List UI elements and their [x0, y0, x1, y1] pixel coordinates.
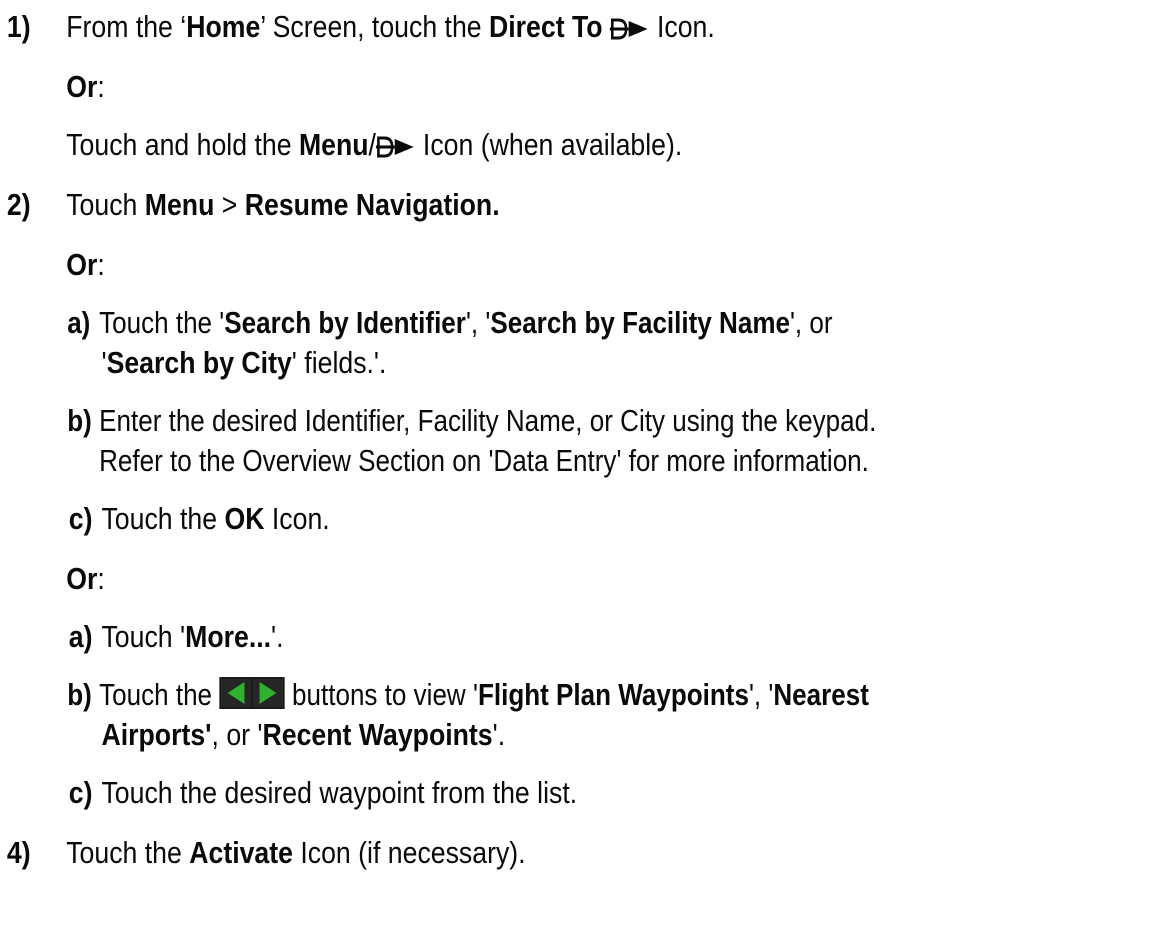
colon: :: [97, 561, 105, 596]
or-label: Or: [66, 69, 98, 104]
text: ', ': [465, 305, 491, 340]
text: Enter the desired Identifier, Facility N…: [99, 403, 877, 438]
text: Touch the ': [99, 305, 225, 340]
text: ' fields.'.: [291, 345, 387, 380]
substep-label: a): [68, 619, 93, 654]
colon: :: [97, 247, 105, 282]
direct-to-icon: [375, 129, 416, 167]
home-label: Home: [186, 9, 261, 44]
direct-to-label: Direct To: [489, 9, 603, 44]
substep-label: a): [67, 305, 91, 340]
text: Touch and hold the: [66, 127, 299, 162]
recent-waypoints-label: Recent Waypoints: [262, 717, 493, 752]
separator: >: [214, 187, 245, 222]
text: From the ‘: [66, 9, 187, 44]
text: Icon.: [264, 501, 330, 536]
search-by-identifier-label: Search by Identifier: [224, 305, 466, 340]
text: Refer to the Overview Section on 'Data E…: [99, 443, 869, 478]
or-label: Or: [66, 561, 98, 596]
substep-label: c): [68, 775, 93, 810]
instruction-page: 1) From the ‘Home’ Screen, touch the Dir…: [0, 0, 1162, 935]
text: Touch: [66, 187, 145, 222]
slash: /: [368, 127, 376, 162]
flight-plan-waypoints-label: Flight Plan Waypoints: [477, 677, 749, 712]
text: Touch ': [101, 619, 186, 654]
text: '.: [271, 619, 284, 654]
menu-label: Menu: [144, 187, 215, 222]
left-right-arrow-buttons-icon: [219, 677, 285, 718]
step-number: 4): [6, 835, 31, 870]
text: Icon.: [649, 9, 715, 44]
direct-to-icon: [610, 11, 650, 49]
text: buttons to view ': [284, 677, 478, 712]
substep-label: c): [68, 501, 93, 536]
nearest-label: Nearest: [773, 677, 869, 712]
airports-label: Airports': [101, 717, 212, 752]
text: Touch the: [99, 677, 220, 712]
ok-label: OK: [224, 501, 265, 536]
text: Touch the: [101, 501, 225, 536]
menu-label: Menu: [298, 127, 369, 162]
substep-label: b): [67, 403, 92, 438]
step-number: 2): [6, 187, 31, 222]
colon: :: [97, 69, 105, 104]
or-label: Or: [66, 247, 98, 282]
text: ’ Screen, touch the: [260, 9, 490, 44]
text: Touch the: [66, 835, 190, 870]
more-label: More...: [185, 619, 272, 654]
text: Icon (if necessary).: [292, 835, 526, 870]
search-by-city-label: Search by City: [106, 345, 292, 380]
text: Icon (when available).: [415, 127, 683, 162]
step-number: 1): [6, 9, 31, 44]
substep-label: b): [67, 677, 92, 712]
text: '.: [492, 717, 506, 752]
search-by-facility-name-label: Search by Facility Name: [490, 305, 790, 340]
activate-label: Activate: [189, 835, 293, 870]
text: Touch the desired waypoint from the list…: [101, 775, 578, 810]
text: , or ': [211, 717, 263, 752]
resume-navigation-label: Resume Navigation.: [244, 187, 500, 222]
text: ', or: [789, 305, 833, 340]
text: ', ': [748, 677, 774, 712]
